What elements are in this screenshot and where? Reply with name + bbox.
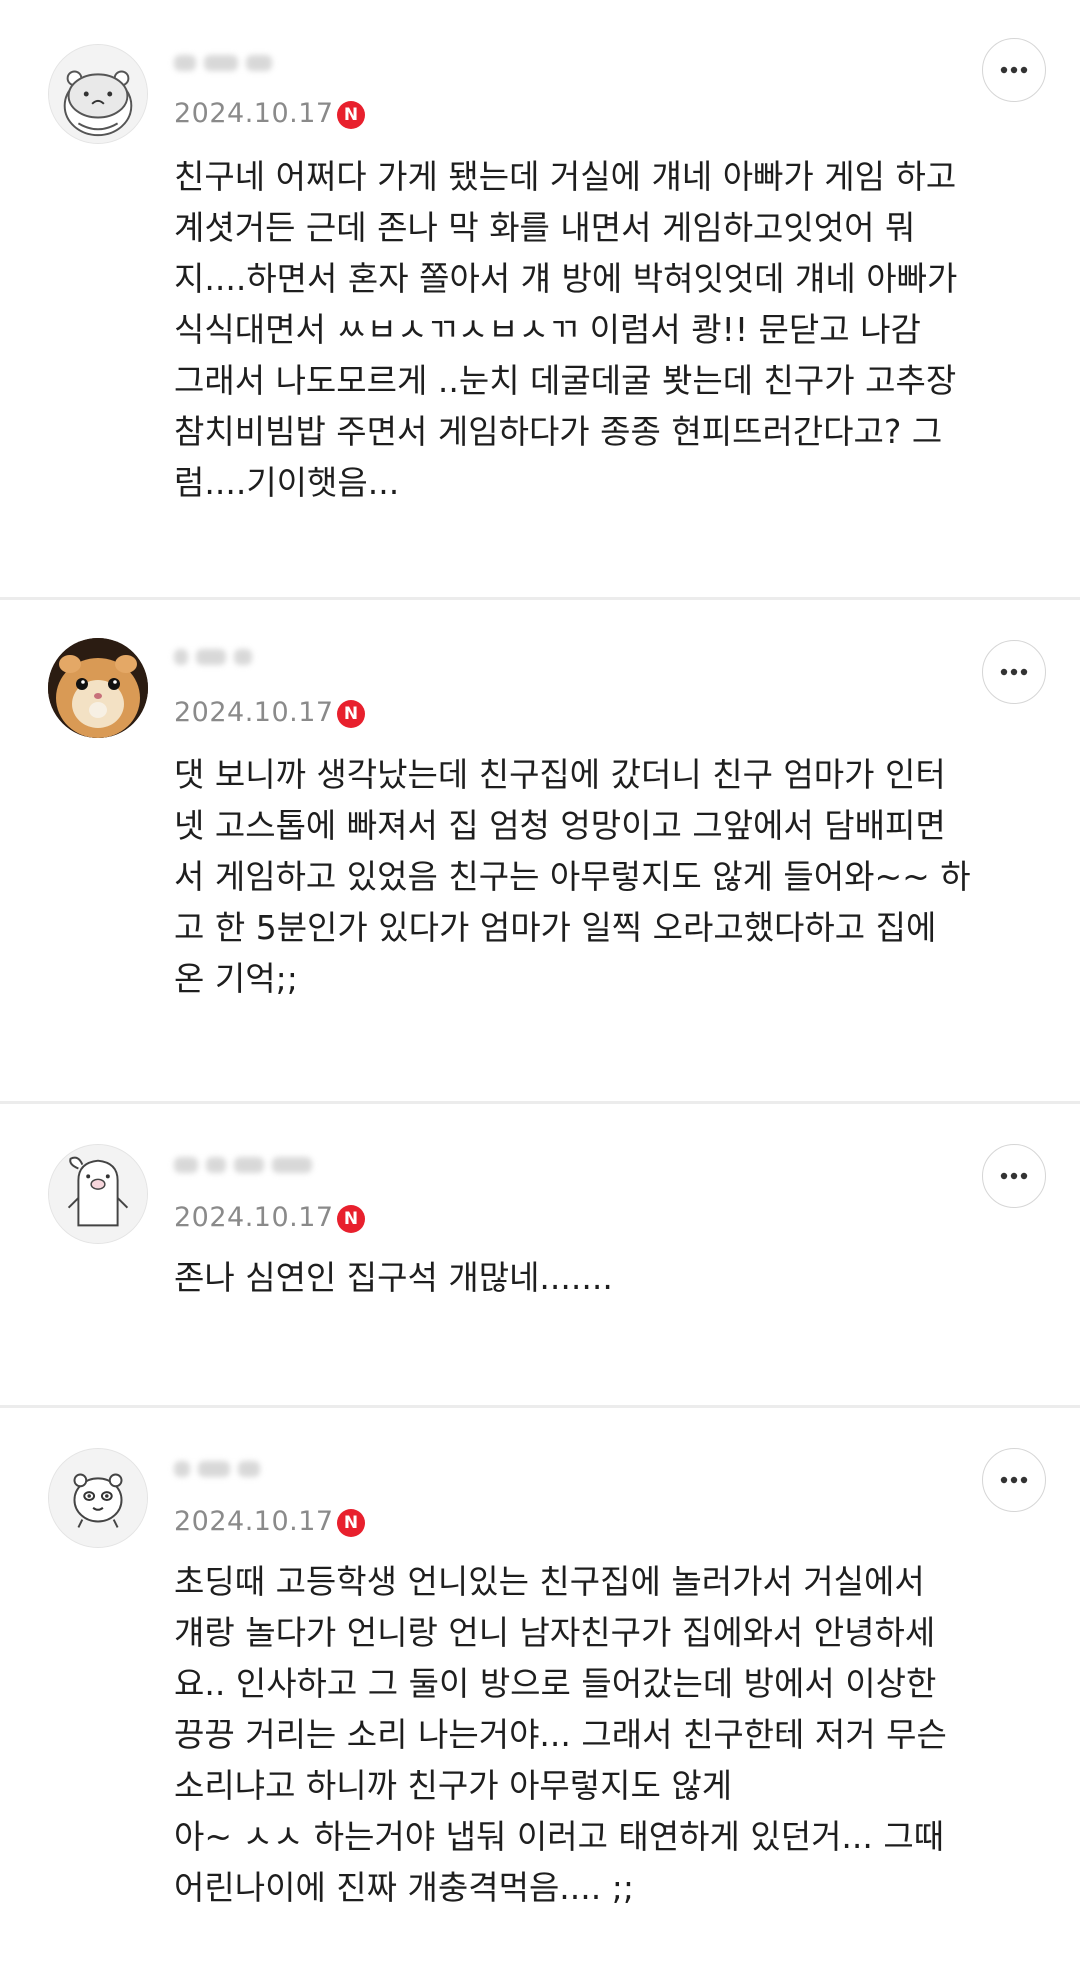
more-options-button[interactable] [982,38,1046,102]
more-dots-icon [1000,66,1028,74]
more-options-button[interactable] [982,640,1046,704]
comment-date: 2024.10.17 [174,1202,334,1233]
comment-text: 친구네 어쩌다 가게 됐는데 거실에 걔네 아빠가 게임 하고 계셧거든 근데 … [174,157,958,502]
more-dots-icon [1000,668,1028,676]
author-name[interactable] [174,1154,320,1176]
more-dots-icon [1000,1172,1028,1180]
comment-item: 2024.10.17 N 초딩때 고등학생 언니있는 친구집에 놀러가서 거실에… [0,1408,1080,1988]
comment-text: 초딩때 고등학생 언니있는 친구집에 놀러가서 거실에서 걔랑 놀다가 언니랑 … [174,1562,947,1907]
comment-item: 2024.10.17 N 댓 보니까 생각났는데 친구집에 갔더니 친구 엄마가… [0,600,1080,1102]
comment-date: 2024.10.17 [174,697,334,728]
new-badge: N [337,1509,365,1537]
comment-date: 2024.10.17 [174,1506,334,1537]
new-badge: N [337,101,365,129]
comment-date: 2024.10.17 [174,98,334,129]
new-badge: N [337,700,365,728]
author-name[interactable] [174,646,260,668]
more-options-button[interactable] [982,1448,1046,1512]
author-name[interactable] [174,1458,268,1480]
pig-character-icon[interactable] [48,1144,148,1244]
author-name[interactable] [174,52,280,74]
more-dots-icon [1000,1476,1028,1484]
comment-text: 존나 심연인 집구석 개많네....... [174,1258,613,1297]
hamster-photo-icon[interactable] [48,638,148,738]
bear-character-icon[interactable] [48,1448,148,1548]
hamster-drawing-icon[interactable] [48,44,148,144]
more-options-button[interactable] [982,1144,1046,1208]
comment-text: 댓 보니까 생각났는데 친구집에 갔더니 친구 엄마가 인터 넷 고스톱에 빠져… [174,755,971,998]
comment-item: 2024.10.17 N 존나 심연인 집구석 개많네....... [0,1104,1080,1404]
comment-item: 2024.10.17 N 친구네 어쩌다 가게 됐는데 거실에 걔네 아빠가 게… [0,0,1080,598]
new-badge: N [337,1205,365,1233]
